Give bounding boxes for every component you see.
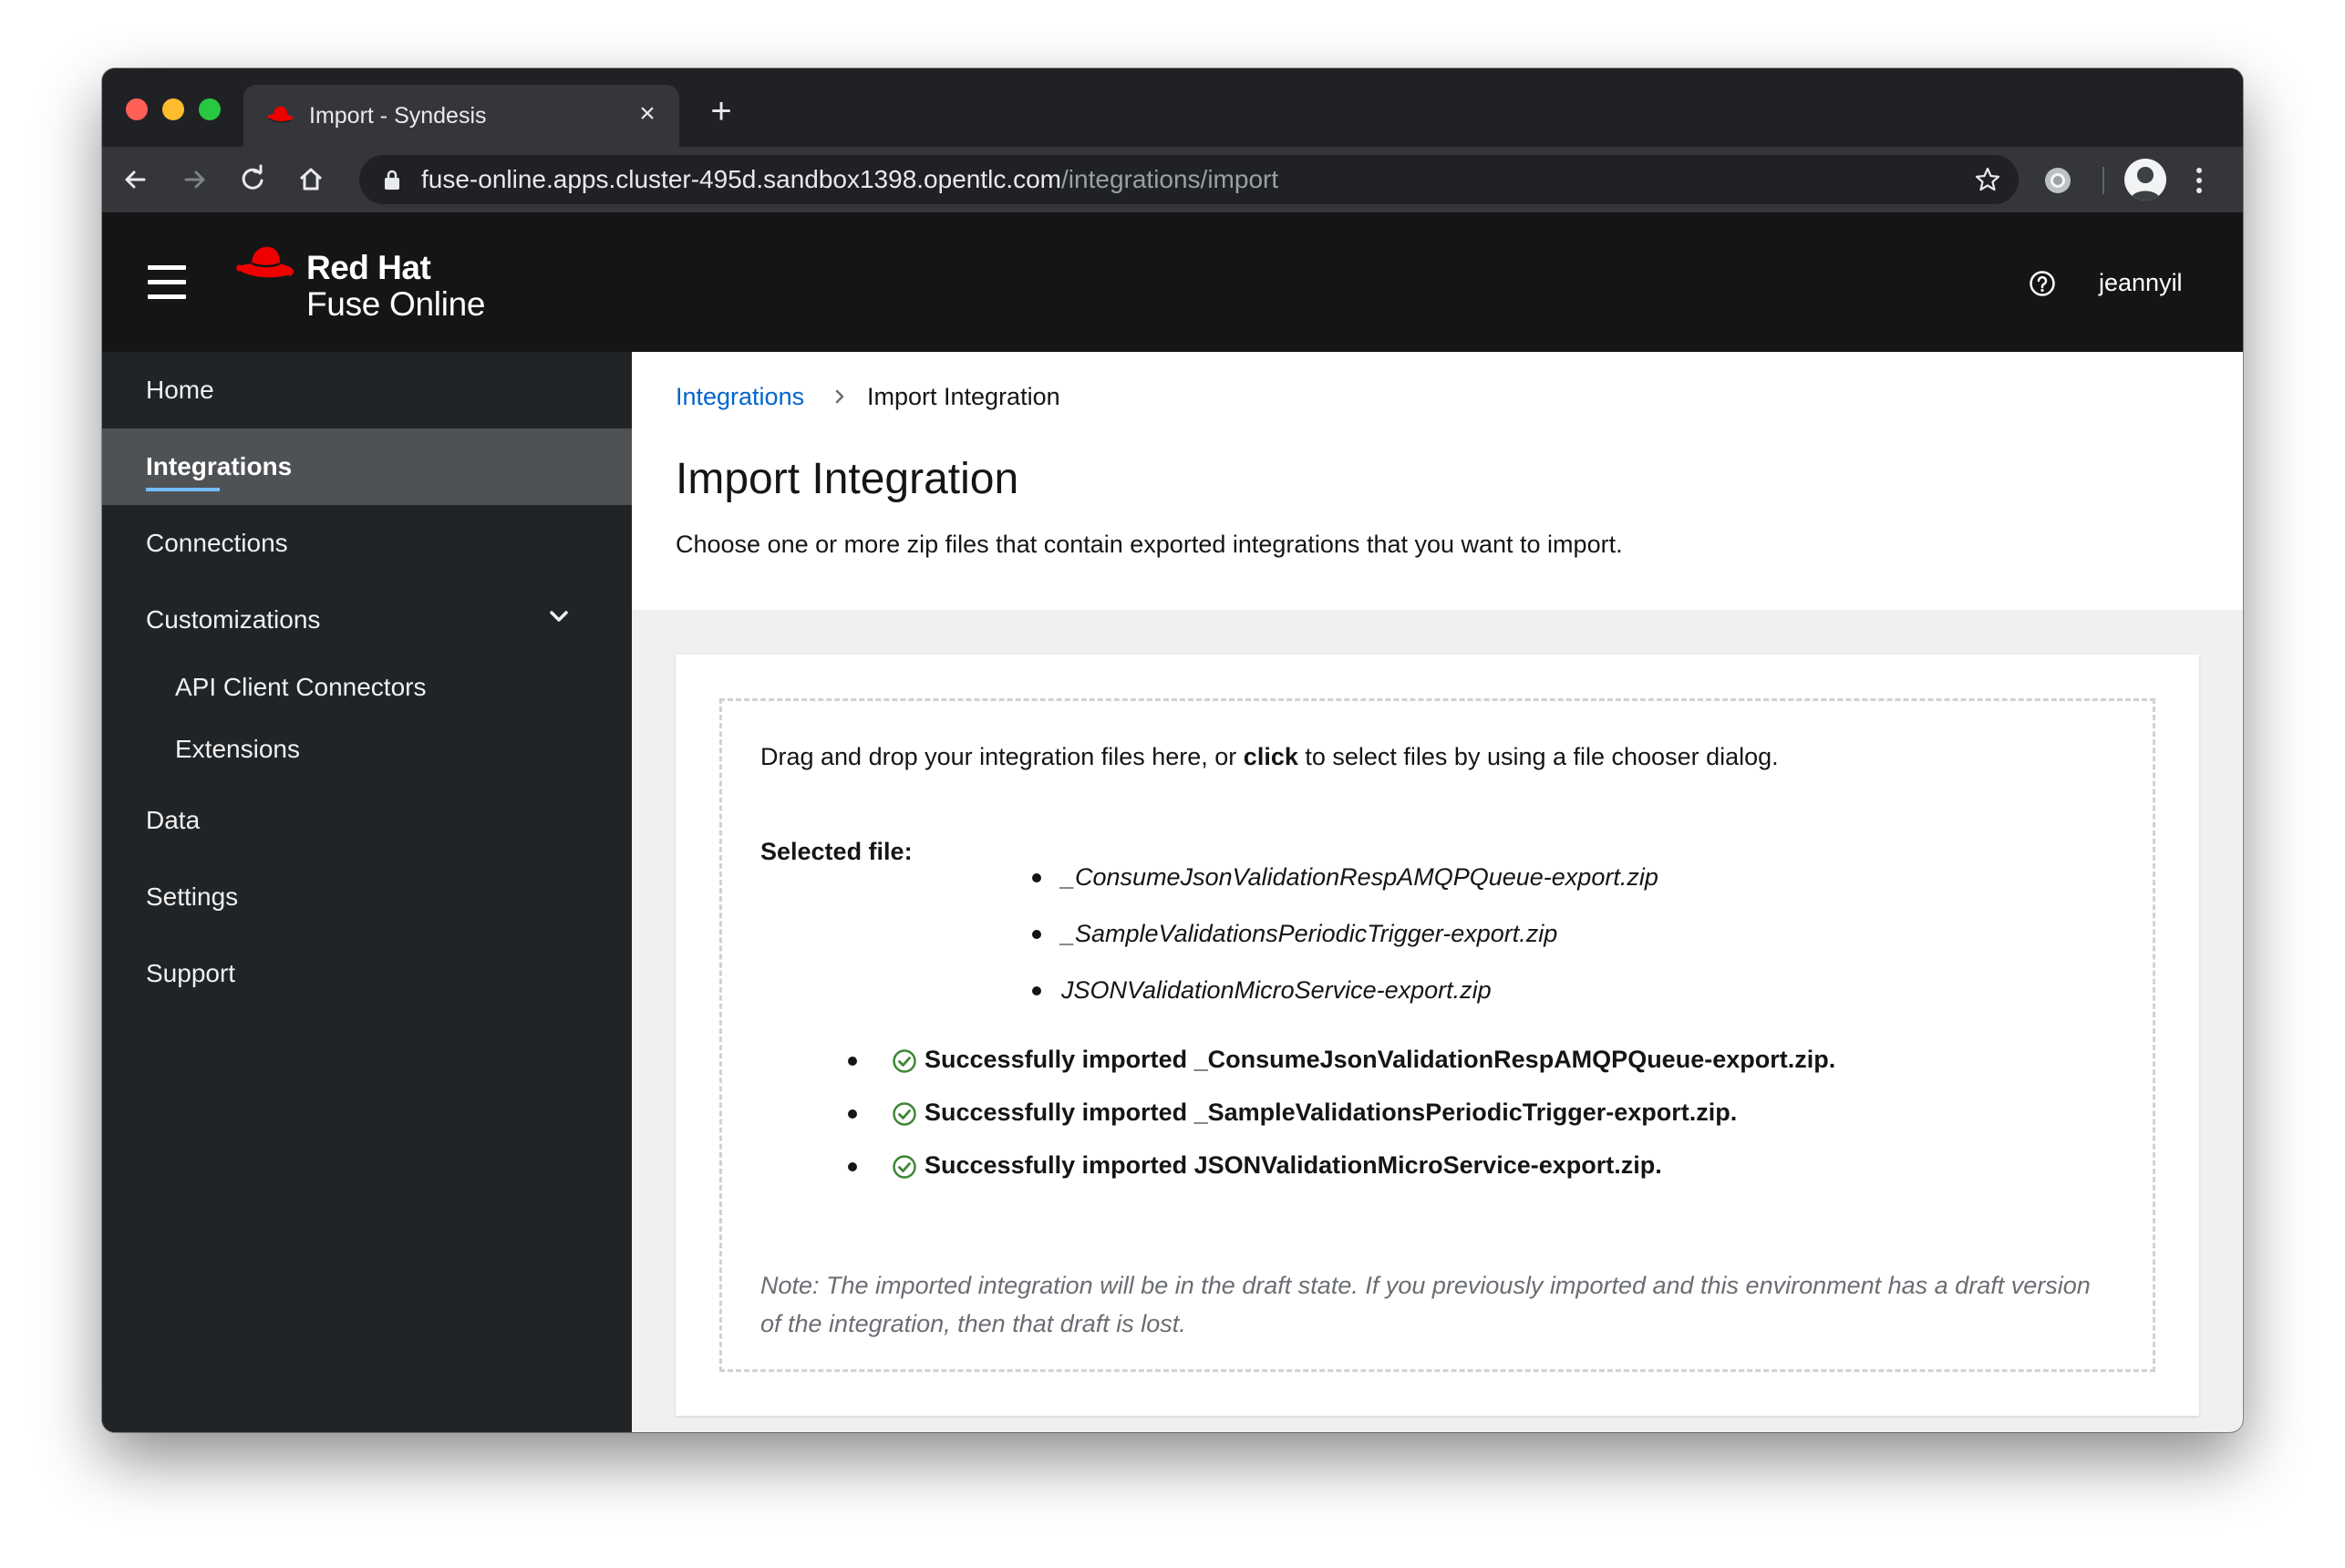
product-name: Fuse Online <box>306 285 486 323</box>
sidebar-item-label: API Client Connectors <box>175 673 427 701</box>
dropzone-instructions: Drag and drop your integration files her… <box>760 743 1779 770</box>
sidebar-item-data[interactable]: Data <box>102 782 632 859</box>
hamburger-menu-icon[interactable] <box>148 265 186 300</box>
page-description: Choose one or more zip files that contai… <box>676 531 1623 558</box>
toolbar-divider <box>2102 167 2104 194</box>
sidebar-item-label: Home <box>146 376 214 404</box>
selected-file-item: _ConsumeJsonValidationRespAMQPQueue-expo… <box>1032 863 1658 892</box>
browser-menu-icon[interactable] <box>2190 163 2208 198</box>
click-to-select-link[interactable]: click <box>1244 743 1298 770</box>
back-icon[interactable] <box>117 160 155 199</box>
sidebar-item-settings[interactable]: Settings <box>102 859 632 935</box>
success-check-icon <box>893 1155 916 1179</box>
sidebar-item-support[interactable]: Support <box>102 935 632 1012</box>
selected-file-item: _SampleValidationsPeriodicTrigger-export… <box>1032 920 1557 948</box>
extension-icon[interactable] <box>2042 165 2073 196</box>
sidebar-item-customizations[interactable]: Customizations <box>102 582 632 658</box>
sidebar-item-connections[interactable]: Connections <box>102 505 632 582</box>
sidebar-item-extensions[interactable]: Extensions <box>102 720 632 779</box>
success-check-icon <box>893 1102 916 1126</box>
breadcrumb-current: Import Integration <box>867 383 1060 410</box>
sidebar-item-label: Integrations <box>146 452 293 480</box>
breadcrumb-integrations-link[interactable]: Integrations <box>676 383 804 411</box>
sidebar-nav: Home Integrations Connections Customizat… <box>102 352 632 1432</box>
redhat-logo-icon <box>236 246 294 281</box>
active-indicator <box>146 488 220 491</box>
page-title: Import Integration <box>676 455 1019 503</box>
selected-file-item: JSONValidationMicroService-export.zip <box>1032 976 1492 1005</box>
profile-avatar-icon[interactable] <box>2124 159 2166 201</box>
sidebar-item-label: Settings <box>146 882 239 911</box>
sidebar-item-api-client-connectors[interactable]: API Client Connectors <box>102 658 632 717</box>
bullet-icon <box>848 1162 857 1171</box>
user-menu[interactable]: jeannyil <box>2099 269 2183 297</box>
bullet-icon <box>848 1109 857 1119</box>
address-bar[interactable]: fuse-online.apps.cluster-495d.sandbox139… <box>359 155 2019 204</box>
chevron-right-icon <box>835 389 844 404</box>
tab-strip: Import - Syndesis × + <box>102 68 2243 147</box>
lock-icon <box>385 170 399 190</box>
sidebar-item-label: Support <box>146 959 236 987</box>
url-text: fuse-online.apps.cluster-495d.sandbox139… <box>421 165 1279 193</box>
forward-icon[interactable] <box>175 160 213 199</box>
sidebar-item-label: Extensions <box>175 735 300 763</box>
sidebar-item-label: Data <box>146 806 201 834</box>
tab-title: Import - Syndesis <box>309 103 487 129</box>
reload-icon[interactable] <box>233 160 272 199</box>
home-icon[interactable] <box>292 160 330 199</box>
file-dropzone[interactable]: Drag and drop your integration files her… <box>719 698 2155 1372</box>
draft-state-note: Note: The imported integration will be i… <box>760 1272 2091 1337</box>
bullet-icon <box>848 1057 857 1066</box>
sidebar-item-label: Connections <box>146 529 288 557</box>
chevron-down-icon <box>550 611 568 622</box>
brand-name: Red Hat <box>306 249 431 286</box>
browser-toolbar: fuse-online.apps.cluster-495d.sandbox139… <box>102 147 2243 212</box>
bullet-icon <box>1032 986 1041 995</box>
sidebar-item-label: Customizations <box>146 605 321 634</box>
close-tab-icon[interactable]: × <box>632 98 663 129</box>
page-header: Integrations Import Integration Import I… <box>632 352 2243 610</box>
bullet-icon <box>1032 873 1041 882</box>
help-icon[interactable] <box>2029 270 2056 297</box>
browser-window: Import - Syndesis × + fuse-online.apps.c… <box>102 68 2243 1432</box>
maximize-window-button[interactable] <box>199 98 221 120</box>
sidebar-item-integrations[interactable]: Integrations <box>102 428 632 505</box>
selected-file-label: Selected file: <box>760 838 913 865</box>
bookmark-star-icon[interactable] <box>1973 165 2002 194</box>
redhat-favicon-icon <box>267 106 294 123</box>
bullet-icon <box>1032 930 1041 939</box>
main-content: Integrations Import Integration Import I… <box>632 352 2243 1432</box>
app-masthead: Red Hat Fuse Online jeannyil <box>102 212 2243 352</box>
minimize-window-button[interactable] <box>162 98 184 120</box>
browser-tab[interactable]: Import - Syndesis × <box>243 85 679 147</box>
close-window-button[interactable] <box>126 98 148 120</box>
new-tab-icon[interactable]: + <box>704 93 739 130</box>
import-card: Drag and drop your integration files her… <box>676 655 2199 1416</box>
success-check-icon <box>893 1049 916 1073</box>
sidebar-item-home[interactable]: Home <box>102 352 632 428</box>
